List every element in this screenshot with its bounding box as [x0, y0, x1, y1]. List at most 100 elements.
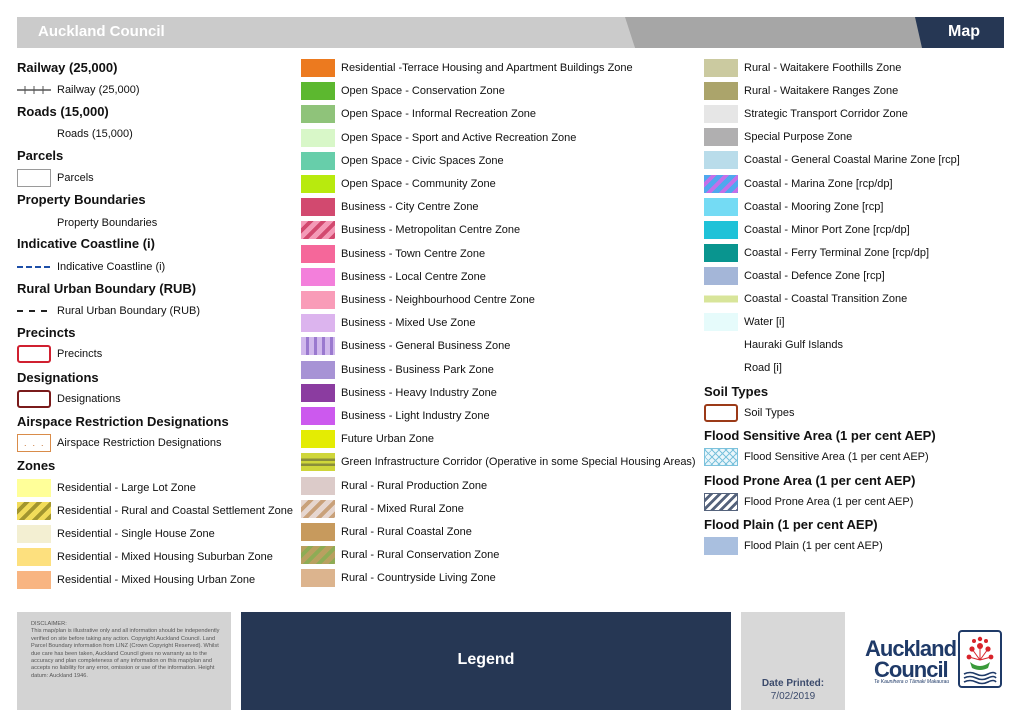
legend-heading: Precincts	[17, 325, 76, 340]
legend-label: Soil Types	[744, 407, 795, 419]
zone-swatch-business-general-business-zone	[301, 337, 335, 356]
legend-item: Residential - Mixed Housing Urban Zone	[17, 571, 302, 591]
legend-item: Flood Sensitive Area (1 per cent AEP)	[704, 448, 1004, 468]
legend-label: Residential - Large Lot Zone	[57, 482, 196, 494]
legend-item: Coastal - General Coastal Marine Zone [r…	[704, 151, 1004, 171]
zone-swatch-residential-large-lot-zone	[17, 479, 51, 497]
zone-swatch-open-space-civic-spaces-zone	[301, 151, 335, 170]
legend-label: Residential - Mixed Housing Urban Zone	[57, 574, 256, 586]
legend-item: Business - Business Park Zone	[301, 360, 701, 381]
zone-swatch-rural-countryside-living-zone	[301, 569, 335, 588]
zone-swatch-green-infrastructure-corridor-operative-in-some-special-housing-areas	[301, 453, 335, 472]
legend-item: Special Purpose Zone	[704, 128, 1004, 148]
precinct-swatch	[17, 345, 51, 363]
pohutukawa-flower-icon	[958, 630, 1002, 688]
rub-line-swatch	[17, 302, 51, 320]
legend-label: Railway (25,000)	[57, 84, 140, 96]
zone-swatch-rural-waitakere-ranges-zone	[704, 82, 738, 101]
legend-label: Open Space - Informal Recreation Zone	[341, 108, 537, 121]
zone-swatch-rural-rural-conservation-zone	[301, 546, 335, 565]
legend-item: Business - Town Centre Zone	[301, 244, 701, 265]
legend-item: Business - Metropolitan Centre Zone	[301, 221, 701, 241]
legend-item: Business - Mixed Use Zone	[301, 314, 701, 334]
date-printed-value: 7/02/2019	[770, 691, 816, 702]
legend-item: Precincts	[17, 345, 277, 365]
legend-item: Water [i]	[704, 313, 1004, 333]
legend-item: Business - General Business Zone	[301, 337, 701, 357]
legend-label: Green Infrastructure Corridor (Operative…	[341, 456, 696, 469]
legend-label: Business - Heavy Industry Zone	[341, 386, 497, 399]
legend-label: Business - Business Park Zone	[341, 363, 494, 376]
legend-label: Indicative Coastline (i)	[57, 261, 166, 273]
legend-label: Coastal - Coastal Transition Zone	[744, 293, 908, 305]
flood-sensitive-swatch	[704, 448, 738, 466]
legend-item: Residential - Mixed Housing Suburban Zon…	[17, 548, 302, 568]
legend-item: Strategic Transport Corridor Zone	[704, 105, 1004, 125]
legend-label: Residential - Mixed Housing Suburban Zon…	[57, 551, 273, 563]
flood-plain-swatch	[704, 537, 738, 555]
legend-label: Flood Prone Area (1 per cent AEP)	[744, 496, 914, 508]
zone-swatch-residential-rural-and-coastal-settlement-zone	[17, 502, 51, 520]
zone-swatch-rural-rural-coastal-zone	[301, 523, 335, 541]
legend-item: Parcels	[17, 169, 277, 189]
legend-label: Water [i]	[744, 316, 785, 329]
legend-item: Coastal - Minor Port Zone [rcp/dp]	[704, 220, 1004, 241]
legend-item: Rural - Waitakere Foothills Zone	[704, 59, 1004, 79]
header-bar-graphic	[17, 17, 1004, 48]
header-map-tab: Map	[948, 23, 980, 40]
legend-label: Rural Urban Boundary (RUB)	[57, 305, 201, 317]
disclaimer-box: DISCLAIMER: This map/plan is illustrativ…	[17, 612, 231, 710]
legend-title: Legend	[457, 651, 515, 668]
legend-label: Special Purpose Zone	[744, 131, 853, 144]
legend-label: Business - Local Centre Zone	[341, 270, 486, 283]
legend-label: Open Space - Sport and Active Recreation…	[341, 131, 577, 144]
legend-label: Airspace Restriction Designations	[57, 437, 222, 449]
legend-label: Parcels	[57, 172, 94, 184]
zone-swatch-business-town-centre-zone	[301, 244, 335, 263]
zone-swatch-coastal-mooring-zone-rcp	[704, 197, 738, 216]
legend-item: Business - City Centre Zone	[301, 198, 701, 218]
logo-tagline: Te Kaunihera o Tāmaki Makaurau	[874, 679, 950, 685]
legend-item: Flood Plain (1 per cent AEP)	[704, 537, 1004, 557]
zone-swatch-rural-rural-production-zone	[301, 476, 335, 495]
legend-item: Rural - Countryside Living Zone	[301, 569, 701, 589]
soil-swatch	[704, 404, 738, 422]
legend-heading: Airspace Restriction Designations	[17, 414, 229, 429]
zone-swatch-open-space-sport-and-active-recreation-zone	[301, 128, 335, 147]
legend-item: Open Space - Civic Spaces Zone	[301, 151, 701, 172]
legend-label: Open Space - Community Zone	[341, 178, 496, 190]
date-printed-label: Date Printed:	[761, 678, 825, 689]
legend-item: Rural - Rural Production Zone	[301, 476, 701, 497]
legend-item: Coastal - Ferry Terminal Zone [rcp/dp]	[704, 243, 1004, 264]
legend-item: Business - Neighbourhood Centre Zone	[301, 291, 701, 311]
legend-label: Business - Neighbourhood Centre Zone	[341, 294, 535, 306]
legend-item: Hauraki Gulf Islands	[704, 336, 1004, 356]
zone-swatch-coastal-coastal-transition-zone	[704, 290, 738, 308]
airspace-swatch: ...	[17, 434, 51, 452]
zone-swatch-business-local-centre-zone	[301, 267, 335, 286]
legend-label: Coastal - Defence Zone [rcp]	[744, 269, 885, 282]
legend-item: Future Urban Zone	[301, 430, 701, 450]
zone-swatch-residential-terrace-housing-and-apartment-buildings-zone	[301, 59, 335, 77]
legend-label: Business - Metropolitan Centre Zone	[341, 224, 521, 237]
zone-swatch-future-urban-zone	[301, 430, 335, 449]
legend-item: Rural - Rural Coastal Zone	[301, 523, 701, 543]
legend-item: Business - Heavy Industry Zone	[301, 383, 701, 404]
legend-label: Rural - Rural Conservation Zone	[341, 549, 500, 562]
legend-item: Open Space - Informal Recreation Zone	[301, 105, 701, 125]
zone-swatch-coastal-marina-zone-rcp-dp	[704, 174, 738, 193]
zone-swatch-business-heavy-industry-zone	[301, 383, 335, 402]
legend-label: Designations	[57, 393, 121, 405]
zone-swatch-open-space-conservation-zone	[301, 82, 335, 101]
legend-label: Flood Sensitive Area (1 per cent AEP)	[744, 451, 929, 463]
zone-swatch-coastal-ferry-terminal-zone-rcp-dp	[704, 243, 738, 262]
legend-label: Residential - Single House Zone	[57, 528, 215, 540]
legend-label: Coastal - Minor Port Zone [rcp/dp]	[744, 223, 910, 236]
legend-label: Rural - Mixed Rural Zone	[341, 502, 464, 515]
zone-swatch-residential-mixed-housing-suburban-zone	[17, 548, 51, 566]
zone-swatch-water-i	[704, 313, 738, 332]
legend-heading: Flood Sensitive Area (1 per cent AEP)	[704, 428, 936, 443]
legend-heading: Parcels	[17, 148, 64, 163]
legend-item: Open Space - Conservation Zone	[301, 82, 701, 102]
legend-item: Rural - Waitakere Ranges Zone	[704, 82, 1004, 102]
